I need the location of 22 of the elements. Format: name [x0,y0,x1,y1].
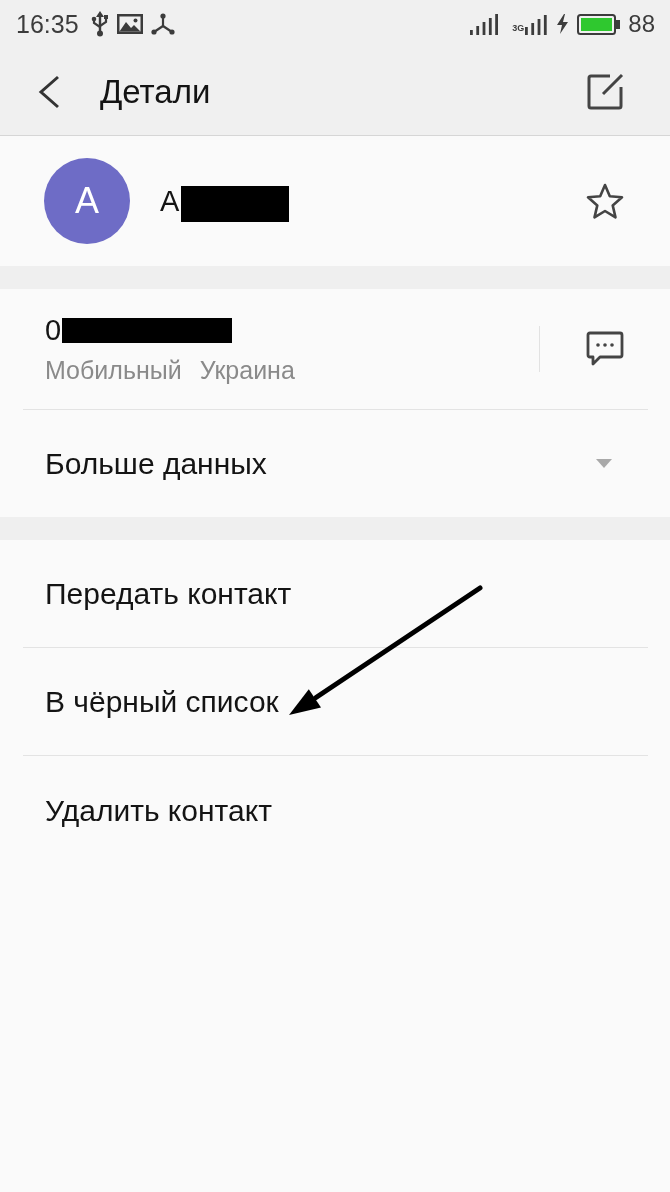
network-nodes-icon [150,13,175,35]
message-icon[interactable] [586,331,624,367]
battery-icon [577,13,621,35]
avatar: A [44,158,130,244]
phone-type: Мобильный [45,355,182,385]
menu-item[interactable]: Передать контакт [23,540,648,648]
more-data-label[interactable]: Больше данных [45,441,267,486]
menu-item[interactable]: Удалить контакт [23,756,648,864]
usb-icon [90,11,109,37]
page-title: Детали [100,72,211,111]
signal-icon [470,13,501,35]
signal-icon [525,13,548,35]
image-icon [116,14,143,34]
network-type-label: 3G [512,22,525,33]
back-icon[interactable] [38,74,60,109]
edit-icon[interactable] [586,72,624,111]
phone-number: 0 [45,313,62,347]
battery-percentage: 88 [628,10,655,38]
phone-region: Украина [199,355,295,385]
star-icon[interactable] [586,182,624,220]
status-time: 16:35 [16,10,79,38]
contact-name: A [160,184,180,219]
